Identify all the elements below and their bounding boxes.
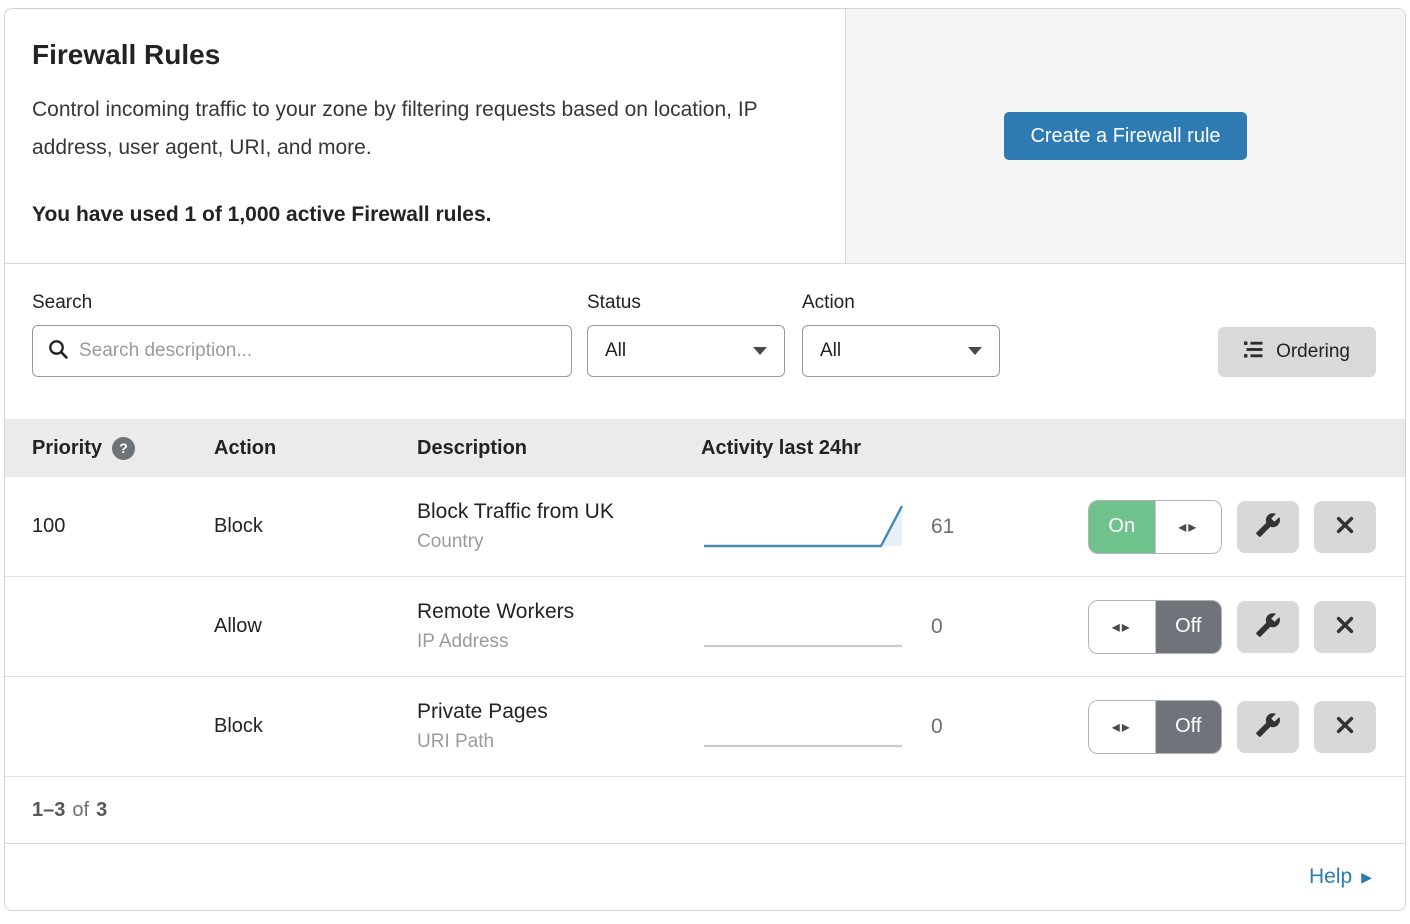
usage-summary: You have used 1 of 1,000 active Firewall… xyxy=(32,203,813,227)
activity-count: 0 xyxy=(931,715,943,739)
activity-count: 0 xyxy=(931,615,943,639)
rule-activity-cell: 0 xyxy=(701,599,1013,655)
rule-match-type: Country xyxy=(417,531,701,553)
header-section: Firewall Rules Control incoming traffic … xyxy=(5,9,1405,264)
rule-description: Remote Workers xyxy=(417,600,701,624)
action-select-value: All xyxy=(820,340,841,362)
rule-description-cell: Block Traffic from UK Country xyxy=(417,500,701,553)
action-label: Action xyxy=(802,292,1000,314)
table-header-row: Priority ? Action Description Activity l… xyxy=(5,419,1405,477)
ordering-button-label: Ordering xyxy=(1276,341,1350,363)
close-icon xyxy=(1334,514,1356,539)
search-icon xyxy=(47,338,69,365)
activity-sparkline xyxy=(701,499,906,555)
column-priority-label: Priority xyxy=(32,437,102,460)
action-select[interactable]: All xyxy=(802,325,1000,377)
table-row: 100 Block Block Traffic from UK Country … xyxy=(5,477,1405,577)
search-box xyxy=(32,325,572,377)
delete-rule-button[interactable] xyxy=(1314,601,1376,653)
help-bar: Help ▶ xyxy=(5,844,1405,910)
status-group: Status All xyxy=(587,292,785,377)
edit-rule-button[interactable] xyxy=(1237,601,1299,653)
status-select-value: All xyxy=(605,340,626,362)
arrow-right-icon: ▶ xyxy=(1361,869,1372,886)
activity-sparkline xyxy=(701,599,906,655)
horizontal-arrows-icon: ◂▸ xyxy=(1112,617,1132,637)
header-text-block: Firewall Rules Control incoming traffic … xyxy=(5,9,845,263)
delete-rule-button[interactable] xyxy=(1314,701,1376,753)
rule-controls: ◂▸ Off xyxy=(1013,700,1376,754)
rule-description-cell: Private Pages URI Path xyxy=(417,700,701,753)
pagination-of-label: of xyxy=(72,799,89,822)
table-row: Block Private Pages URI Path 0 ◂▸ Off xyxy=(5,677,1405,777)
close-icon xyxy=(1334,714,1356,739)
search-input[interactable] xyxy=(79,340,557,362)
rule-description: Private Pages xyxy=(417,700,701,724)
ordered-list-icon xyxy=(1244,340,1263,365)
rule-enabled-toggle[interactable]: ◂▸ Off xyxy=(1088,700,1222,754)
rule-description: Block Traffic from UK xyxy=(417,500,701,524)
wrench-icon xyxy=(1255,612,1281,641)
rule-action: Allow xyxy=(214,615,417,638)
toggle-off-segment[interactable]: Off xyxy=(1156,701,1222,753)
firewall-rules-card: Firewall Rules Control incoming traffic … xyxy=(4,8,1406,911)
create-firewall-rule-button[interactable]: Create a Firewall rule xyxy=(1004,112,1246,160)
filter-bar: Search Status All Action All xyxy=(5,264,1405,419)
status-label: Status xyxy=(587,292,785,314)
rule-priority: 100 xyxy=(32,515,214,538)
rule-activity-cell: 0 xyxy=(701,699,1013,755)
chevron-down-icon xyxy=(753,347,767,355)
pagination-bar: 1–3 of 3 xyxy=(5,777,1405,844)
column-description: Description xyxy=(417,437,701,460)
rule-enabled-toggle[interactable]: ◂▸ Off xyxy=(1088,600,1222,654)
pagination-total: 3 xyxy=(96,799,107,822)
wrench-icon xyxy=(1255,712,1281,741)
help-link-label: Help xyxy=(1309,865,1352,889)
search-group: Search xyxy=(32,292,572,377)
rule-action: Block xyxy=(214,515,417,538)
help-link[interactable]: Help ▶ xyxy=(1309,865,1372,889)
column-priority: Priority ? xyxy=(32,437,214,460)
pagination-range: 1–3 xyxy=(32,799,65,822)
horizontal-arrows-icon: ◂▸ xyxy=(1178,517,1198,537)
activity-count: 61 xyxy=(931,515,954,539)
rule-controls: ◂▸ Off xyxy=(1013,600,1376,654)
chevron-down-icon xyxy=(968,347,982,355)
search-label: Search xyxy=(32,292,572,314)
header-action-panel: Create a Firewall rule xyxy=(845,9,1405,263)
page-description: Control incoming traffic to your zone by… xyxy=(32,91,802,167)
priority-help-icon[interactable]: ? xyxy=(112,437,135,460)
horizontal-arrows-icon: ◂▸ xyxy=(1112,717,1132,737)
rule-description-cell: Remote Workers IP Address xyxy=(417,600,701,653)
rule-match-type: URI Path xyxy=(417,731,701,753)
edit-rule-button[interactable] xyxy=(1237,701,1299,753)
activity-sparkline xyxy=(701,699,906,755)
rule-enabled-toggle[interactable]: On ◂▸ xyxy=(1088,500,1222,554)
action-group: Action All xyxy=(802,292,1000,377)
toggle-drag-segment[interactable]: ◂▸ xyxy=(1155,501,1222,553)
toggle-drag-segment[interactable]: ◂▸ xyxy=(1089,701,1156,753)
rule-activity-cell: 61 xyxy=(701,499,1013,555)
rule-action: Block xyxy=(214,715,417,738)
edit-rule-button[interactable] xyxy=(1237,501,1299,553)
toggle-on-segment[interactable]: On xyxy=(1089,501,1155,553)
table-row: Allow Remote Workers IP Address 0 ◂▸ Off xyxy=(5,577,1405,677)
status-select[interactable]: All xyxy=(587,325,785,377)
toggle-drag-segment[interactable]: ◂▸ xyxy=(1089,601,1156,653)
rule-controls: On ◂▸ xyxy=(1013,500,1376,554)
close-icon xyxy=(1334,614,1356,639)
ordering-button[interactable]: Ordering xyxy=(1218,327,1376,377)
column-action: Action xyxy=(214,437,417,460)
page-title: Firewall Rules xyxy=(32,39,813,71)
delete-rule-button[interactable] xyxy=(1314,501,1376,553)
rule-match-type: IP Address xyxy=(417,631,701,653)
wrench-icon xyxy=(1255,512,1281,541)
column-activity: Activity last 24hr xyxy=(701,437,1013,460)
toggle-off-segment[interactable]: Off xyxy=(1156,601,1222,653)
